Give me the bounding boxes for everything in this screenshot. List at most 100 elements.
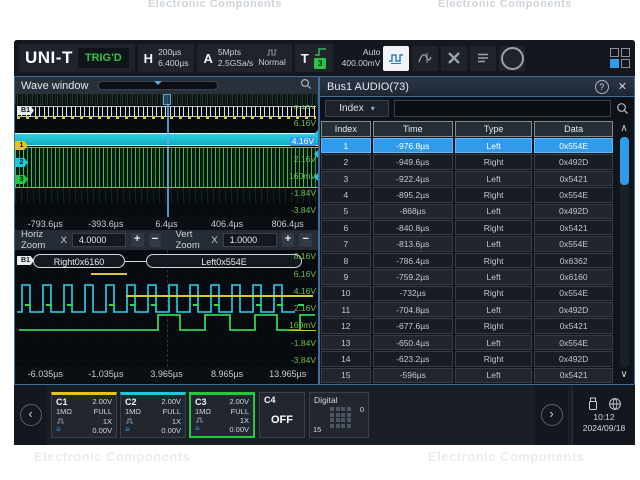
help-icon[interactable]: ? [595, 80, 609, 94]
table-scrollbar[interactable]: ∧ ∨ [614, 120, 634, 384]
scroll-up-icon[interactable]: ∧ [620, 121, 627, 137]
table-row[interactable]: 9 -759.2µs Left 0x6160 [321, 269, 613, 284]
trigger-level: 400.00mV [342, 58, 381, 69]
expand-right-button[interactable]: › [541, 404, 563, 426]
zoom-region-cursor[interactable] [167, 105, 169, 217]
status-area: 10:12 2024/09/18 [572, 385, 635, 445]
zoom-control-bar: Horiz Zoom X 4.0000 + − Vert Zoom X 1.00… [15, 230, 318, 250]
horizontal-label: H [144, 51, 153, 66]
cell-time: -813.6µs [373, 236, 453, 251]
wave-zoom-button[interactable] [300, 78, 312, 93]
channel-box[interactable]: C3 2.00V 1MΩ FULL 1X ≡ 0.00V [189, 392, 255, 438]
cell-type: Right [455, 253, 532, 268]
voltage-label: -1.84V [291, 189, 316, 198]
search-icon[interactable] [616, 102, 629, 115]
channel1-zoom-trace [91, 273, 127, 275]
watermark-top-left: Electronic Components [148, 0, 282, 10]
top-toolbar: UNI-T TRIG'D H 200µs 6.400µs A 5Mpts 2.5… [14, 40, 635, 76]
channel1-zoom-trace [126, 295, 313, 297]
column-header: Time [373, 121, 453, 137]
cell-time: -949.6µs [373, 154, 453, 169]
channel-scale: 2.00V [222, 397, 249, 407]
cell-index: 9 [321, 269, 371, 284]
time-label: 8.965µs [197, 369, 258, 379]
vert-zoom-minus-button[interactable]: − [299, 233, 312, 247]
table-row[interactable]: 14 -623.2µs Right 0x492D [321, 351, 613, 366]
table-row[interactable]: 1 -976.8µs Left 0x554E [321, 138, 613, 153]
voltage-label: 8.16V [294, 105, 316, 111]
acquire-menu-button[interactable]: A 5Mpts 2.5GSa/s Normal [197, 44, 291, 72]
event-list-button[interactable] [470, 46, 496, 71]
lower-waveform-graph[interactable]: B1 Right0x6160 Left0x554E 8.16V6.16V4.16… [15, 250, 318, 367]
horiz-zoom-x: X [61, 235, 67, 246]
cell-index: 5 [321, 204, 371, 219]
cursor-measure-button[interactable] [412, 46, 438, 71]
ground-level-icon: ≡ [125, 426, 153, 435]
time-label: -1.035µs [76, 369, 137, 379]
scroll-down-icon[interactable]: ∨ [620, 367, 627, 383]
trigger-menu-button[interactable]: T 3 [295, 44, 333, 72]
cell-index: 14 [321, 351, 371, 366]
channel-box[interactable]: C1 2.00V 1MΩ FULL 1X ≡ 0.00V [51, 392, 117, 438]
table-row[interactable]: 10 -732µs Right 0x554E [321, 286, 613, 301]
decode-bubble-right: Right0x6160 [33, 254, 125, 268]
vert-zoom-label: Vert Zoom [175, 229, 206, 251]
horizontal-menu-button[interactable]: H 200µs 6.400µs [138, 44, 195, 72]
cell-type: Left [455, 335, 532, 350]
bus-label: B1 [17, 106, 34, 115]
cell-time: -868µs [373, 204, 453, 219]
table-row[interactable]: 6 -840.8µs Right 0x5421 [321, 220, 613, 235]
upper-waveform-graph[interactable]: B1 123 8.16V6.16V4.16V2.16V160mV-1.84V-3… [15, 105, 318, 217]
digital-channels-box[interactable]: Digital 0 15 [309, 392, 369, 438]
channel-offset: 0.00V [84, 426, 112, 435]
right-rail: › [535, 385, 568, 445]
close-icon[interactable]: ✕ [618, 80, 627, 93]
xy-mode-button[interactable] [441, 46, 467, 71]
ground-level-icon: ≡ [56, 426, 84, 435]
table-row[interactable]: 12 -677.6µs Right 0x5421 [321, 318, 613, 333]
table-row[interactable]: 13 -650.4µs Left 0x554E [321, 335, 613, 350]
horiz-zoom-minus-button[interactable]: − [149, 233, 162, 247]
cell-index: 7 [321, 236, 371, 251]
dial-button[interactable] [499, 46, 525, 71]
search-input[interactable] [394, 100, 611, 117]
channel-bandwidth: FULL [84, 407, 112, 416]
window-layout-button[interactable] [610, 48, 630, 68]
filter-dropdown[interactable]: Index ▾ [325, 100, 389, 117]
decode-connector [125, 261, 146, 262]
horiz-zoom-plus-button[interactable]: + [131, 233, 144, 247]
waveform-view-button[interactable] [383, 46, 409, 71]
channel-box[interactable]: C2 2.00V 1MΩ FULL 1X ≡ 0.00V [120, 392, 186, 438]
table-row[interactable]: 11 -704.8µs Left 0x492D [321, 302, 613, 317]
vert-zoom-value[interactable]: 1.0000 [223, 233, 277, 247]
table-row[interactable]: 15 -596µs Left 0x5421 [321, 368, 613, 383]
cell-data: 0x6160 [534, 269, 613, 284]
circle-icon [501, 47, 524, 70]
table-row[interactable]: 2 -949.6µs Right 0x492D [321, 154, 613, 169]
digital-channel-grid [330, 407, 351, 428]
vert-zoom-plus-button[interactable]: + [282, 233, 295, 247]
wave-position-slider[interactable] [98, 81, 218, 90]
horiz-zoom-value[interactable]: 4.0000 [72, 233, 126, 247]
overview-cursor[interactable] [163, 94, 171, 105]
collapse-left-button[interactable]: ‹ [20, 404, 42, 426]
table-row[interactable]: 4 -895.2µs Right 0x554E [321, 187, 613, 202]
channel-bandwidth: FULL [222, 407, 249, 416]
waveform-overview-strip[interactable] [15, 94, 318, 105]
scrollbar-thumb[interactable] [620, 137, 629, 185]
cell-type: Right [455, 318, 532, 333]
scrollbar-track[interactable] [620, 137, 629, 367]
cell-index: 8 [321, 253, 371, 268]
lower-time-labels: -6.035µs-1.035µs3.965µs8.965µs13.965µs [15, 367, 318, 381]
cell-index: 11 [321, 302, 371, 317]
table-row[interactable]: 5 -868µs Left 0x492D [321, 204, 613, 219]
cell-time: -732µs [373, 286, 453, 301]
voltage-label: 4.16V [294, 287, 316, 296]
channel4-box[interactable]: C4 OFF [259, 392, 305, 438]
table-row[interactable]: 8 -786.4µs Right 0x6362 [321, 253, 613, 268]
wave-window-panel: Wave window B1 [14, 76, 319, 385]
table-row[interactable]: 7 -813.6µs Left 0x554E [321, 236, 613, 251]
table-row[interactable]: 3 -922.4µs Left 0x5421 [321, 171, 613, 186]
waveform-icon [387, 51, 405, 65]
voltage-label: 6.16V [294, 119, 316, 128]
